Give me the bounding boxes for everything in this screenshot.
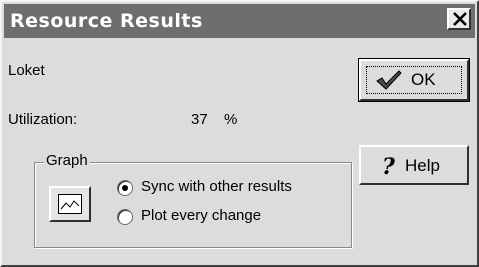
checkmark-icon <box>376 70 402 90</box>
sync-option-label[interactable]: Sync with other results <box>141 178 292 195</box>
utilization-label: Utilization: <box>8 111 78 128</box>
plot-every-change-option-label[interactable]: Plot every change <box>141 207 261 224</box>
help-button[interactable]: ? Help <box>359 145 469 185</box>
radio-selected-dot <box>122 185 128 191</box>
resource-results-dialog: Resource Results Loket Utilization: 37 %… <box>0 0 479 267</box>
ok-button[interactable]: OK <box>358 58 470 102</box>
show-graph-button[interactable] <box>49 186 91 222</box>
window-title: Resource Results <box>10 10 203 32</box>
utilization-value: 37 <box>191 111 208 128</box>
close-button[interactable] <box>447 8 471 30</box>
title-bar[interactable]: Resource Results <box>4 4 475 38</box>
graph-groupbox-title: Graph <box>44 152 90 169</box>
plot-every-change-radio-button[interactable] <box>117 209 133 225</box>
resource-name: Loket <box>8 62 45 79</box>
question-mark-icon: ? <box>382 154 396 178</box>
sync-radio-button[interactable] <box>117 180 133 196</box>
help-button-label: Help <box>405 156 440 175</box>
svg-text:?: ? <box>382 154 396 178</box>
ok-button-label: OK <box>411 70 436 89</box>
line-graph-icon <box>58 194 82 214</box>
utilization-unit: % <box>224 111 238 128</box>
close-icon <box>453 12 467 26</box>
